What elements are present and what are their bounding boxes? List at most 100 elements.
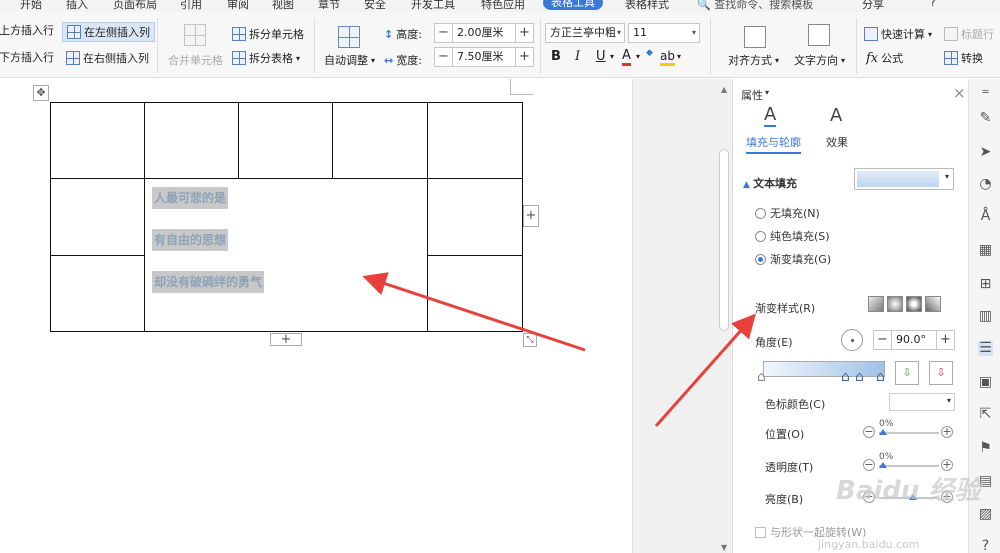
scroll-down-icon[interactable]: ▼ — [721, 543, 727, 552]
tab-security[interactable]: 安全 — [364, 0, 386, 12]
chart-icon[interactable]: ▥ — [978, 309, 993, 324]
chevron-down-icon[interactable]: ▾ — [765, 88, 769, 97]
table-cell[interactable] — [144, 102, 239, 179]
gradient-stop-handle-icon[interactable]: ⌂ — [855, 369, 864, 385]
radio-solid-fill[interactable]: 纯色填充(S) — [755, 228, 830, 244]
chevron-down-icon[interactable]: ▾ — [610, 52, 614, 61]
font-name-select[interactable]: 方正兰亭中粗 ▾ — [545, 23, 625, 43]
gradient-radial-option[interactable] — [887, 296, 903, 312]
rail-collapse-icon[interactable]: ═ — [978, 85, 993, 100]
height-decrease-button[interactable]: − — [435, 24, 453, 42]
add-column-button[interactable]: + — [523, 205, 539, 227]
command-search[interactable]: 🔍 查找命令、搜索模板 — [697, 0, 813, 12]
convert-button[interactable]: 转换 — [944, 50, 983, 66]
tab-table-style[interactable]: 表格样式 — [625, 0, 669, 12]
document-scrollbar[interactable]: ▲ ▼ — [632, 79, 732, 553]
table-cell[interactable] — [332, 102, 428, 179]
angle-dial-icon[interactable] — [841, 329, 863, 351]
width-value[interactable]: 7.50厘米 — [453, 48, 515, 66]
table-move-handle-icon[interactable]: ✥ — [33, 85, 49, 101]
selected-text-line-1[interactable]: 人最可悲的是 — [152, 187, 229, 209]
position-decrease-button[interactable]: − — [863, 426, 875, 438]
width-stepper[interactable]: − 7.50厘米 + — [434, 47, 534, 67]
gradient-stop-handle-icon[interactable]: ⌂ — [876, 369, 885, 385]
tab-fill-outline[interactable]: 填充与轮廓 — [746, 134, 801, 154]
position-increase-button[interactable]: + — [941, 426, 953, 438]
angle-stepper[interactable]: − 90.0° + — [873, 330, 955, 350]
gradient-bar[interactable] — [763, 361, 885, 377]
transparency-slider[interactable] — [879, 462, 939, 468]
highlight-button[interactable]: ab — [660, 49, 675, 66]
width-decrease-button[interactable]: − — [435, 48, 453, 66]
tab-references[interactable]: 引用 — [180, 0, 202, 12]
share-out-icon[interactable]: ⇱ — [978, 407, 993, 422]
shapes-icon[interactable]: ◔ — [978, 177, 993, 192]
radio-no-fill[interactable]: 无填充(N) — [755, 205, 820, 221]
position-slider[interactable] — [879, 429, 939, 435]
text-direction-button[interactable]: 文字方向 ▾ — [794, 52, 845, 68]
insert-row-above-button[interactable]: 在上方插入行 — [0, 22, 54, 38]
tab-insert[interactable]: 插入 — [66, 0, 88, 12]
picture-icon[interactable]: ▨ — [978, 507, 993, 522]
clear-format-icon[interactable]: ◆ — [646, 48, 653, 58]
table-resize-handle-icon[interactable]: ⤡ — [523, 333, 537, 347]
cursor-icon[interactable]: ➤ — [978, 145, 993, 160]
gradient-path-option[interactable] — [925, 296, 941, 312]
tab-special[interactable]: 特色应用 — [481, 0, 525, 12]
split-table-button[interactable]: 拆分表格 ▾ — [232, 50, 300, 66]
table-cell[interactable] — [50, 178, 145, 256]
delete-stop-icon[interactable]: ⇩ — [929, 361, 953, 385]
angle-increase-button[interactable]: + — [936, 331, 954, 349]
gradient-stop-handle-icon[interactable]: ⌂ — [841, 369, 850, 385]
chevron-down-icon[interactable]: ▾ — [636, 52, 640, 61]
height-value[interactable]: 2.00厘米 — [453, 24, 515, 42]
selected-text-line-2[interactable]: 有自由的思想 — [152, 229, 229, 251]
slider-thumb[interactable] — [879, 429, 887, 435]
scrollbar-thumb[interactable] — [719, 149, 729, 331]
text-fill-tab-icon[interactable]: A — [764, 105, 777, 127]
document-area[interactable]: ✥ 人最可悲的是 有自由的思想 却没有破碉绊的勇气 + + ⤡ — [0, 79, 632, 553]
table-cell[interactable] — [238, 102, 333, 179]
stop-color-dropdown[interactable]: ▾ — [889, 393, 955, 411]
add-row-button[interactable]: + — [270, 333, 302, 346]
share-button[interactable]: 分享 — [862, 0, 884, 12]
bold-button[interactable]: B — [551, 49, 561, 64]
tab-table-tools[interactable]: 表格工具 — [543, 0, 603, 10]
help-circle-icon[interactable]: ? — [978, 539, 993, 553]
quick-calc-button[interactable]: 快速计算 ▾ — [864, 26, 932, 42]
text-effect-tab-icon[interactable]: A — [830, 105, 842, 126]
table-icon[interactable]: ▦ — [978, 243, 993, 258]
table-cell[interactable] — [427, 178, 523, 256]
table-cell[interactable] — [50, 102, 145, 179]
table-cell[interactable] — [50, 255, 145, 332]
insert-col-right-button[interactable]: 在右侧插入列 — [66, 50, 149, 66]
formula-button[interactable]: fx 公式 — [866, 50, 903, 66]
insert-row-below-button[interactable]: 在下方插入行 — [0, 49, 54, 65]
properties-icon[interactable]: ☰ — [978, 341, 993, 356]
radio-gradient-fill[interactable]: 渐变填充(G) — [755, 251, 831, 267]
tab-effect[interactable]: 效果 — [826, 134, 848, 150]
gradient-linear-option[interactable] — [868, 296, 884, 312]
close-icon[interactable]: × — [953, 84, 966, 102]
tab-developer[interactable]: 开发工具 — [411, 0, 455, 12]
height-increase-button[interactable]: + — [515, 24, 533, 42]
angle-decrease-button[interactable]: − — [874, 331, 892, 349]
italic-button[interactable]: I — [575, 49, 580, 64]
flag-icon[interactable]: ⚑ — [978, 441, 993, 456]
table-cell[interactable] — [427, 102, 523, 179]
insert-col-left-button[interactable]: 在左侧插入列 — [62, 22, 155, 42]
slider-thumb[interactable] — [879, 462, 887, 468]
title-row-button[interactable]: 标题行 — [944, 26, 994, 42]
tab-home[interactable]: 开始 — [20, 0, 42, 12]
add-stop-icon[interactable]: ⇩ — [895, 361, 919, 385]
angle-value[interactable]: 90.0° — [892, 331, 936, 349]
scroll-up-icon[interactable]: ▲ — [721, 85, 727, 94]
font-color-button[interactable]: A — [622, 49, 631, 66]
gradient-stop-handle-icon[interactable]: ⌂ — [757, 369, 766, 385]
grid-icon[interactable]: ⊞ — [978, 277, 993, 292]
help-icon[interactable]: ? — [930, 0, 936, 9]
tab-view[interactable]: 视图 — [272, 0, 294, 12]
chevron-down-icon[interactable]: ▾ — [677, 52, 681, 61]
text-art-icon[interactable]: Å — [978, 209, 993, 224]
font-size-select[interactable]: 11 ▾ — [628, 23, 700, 43]
